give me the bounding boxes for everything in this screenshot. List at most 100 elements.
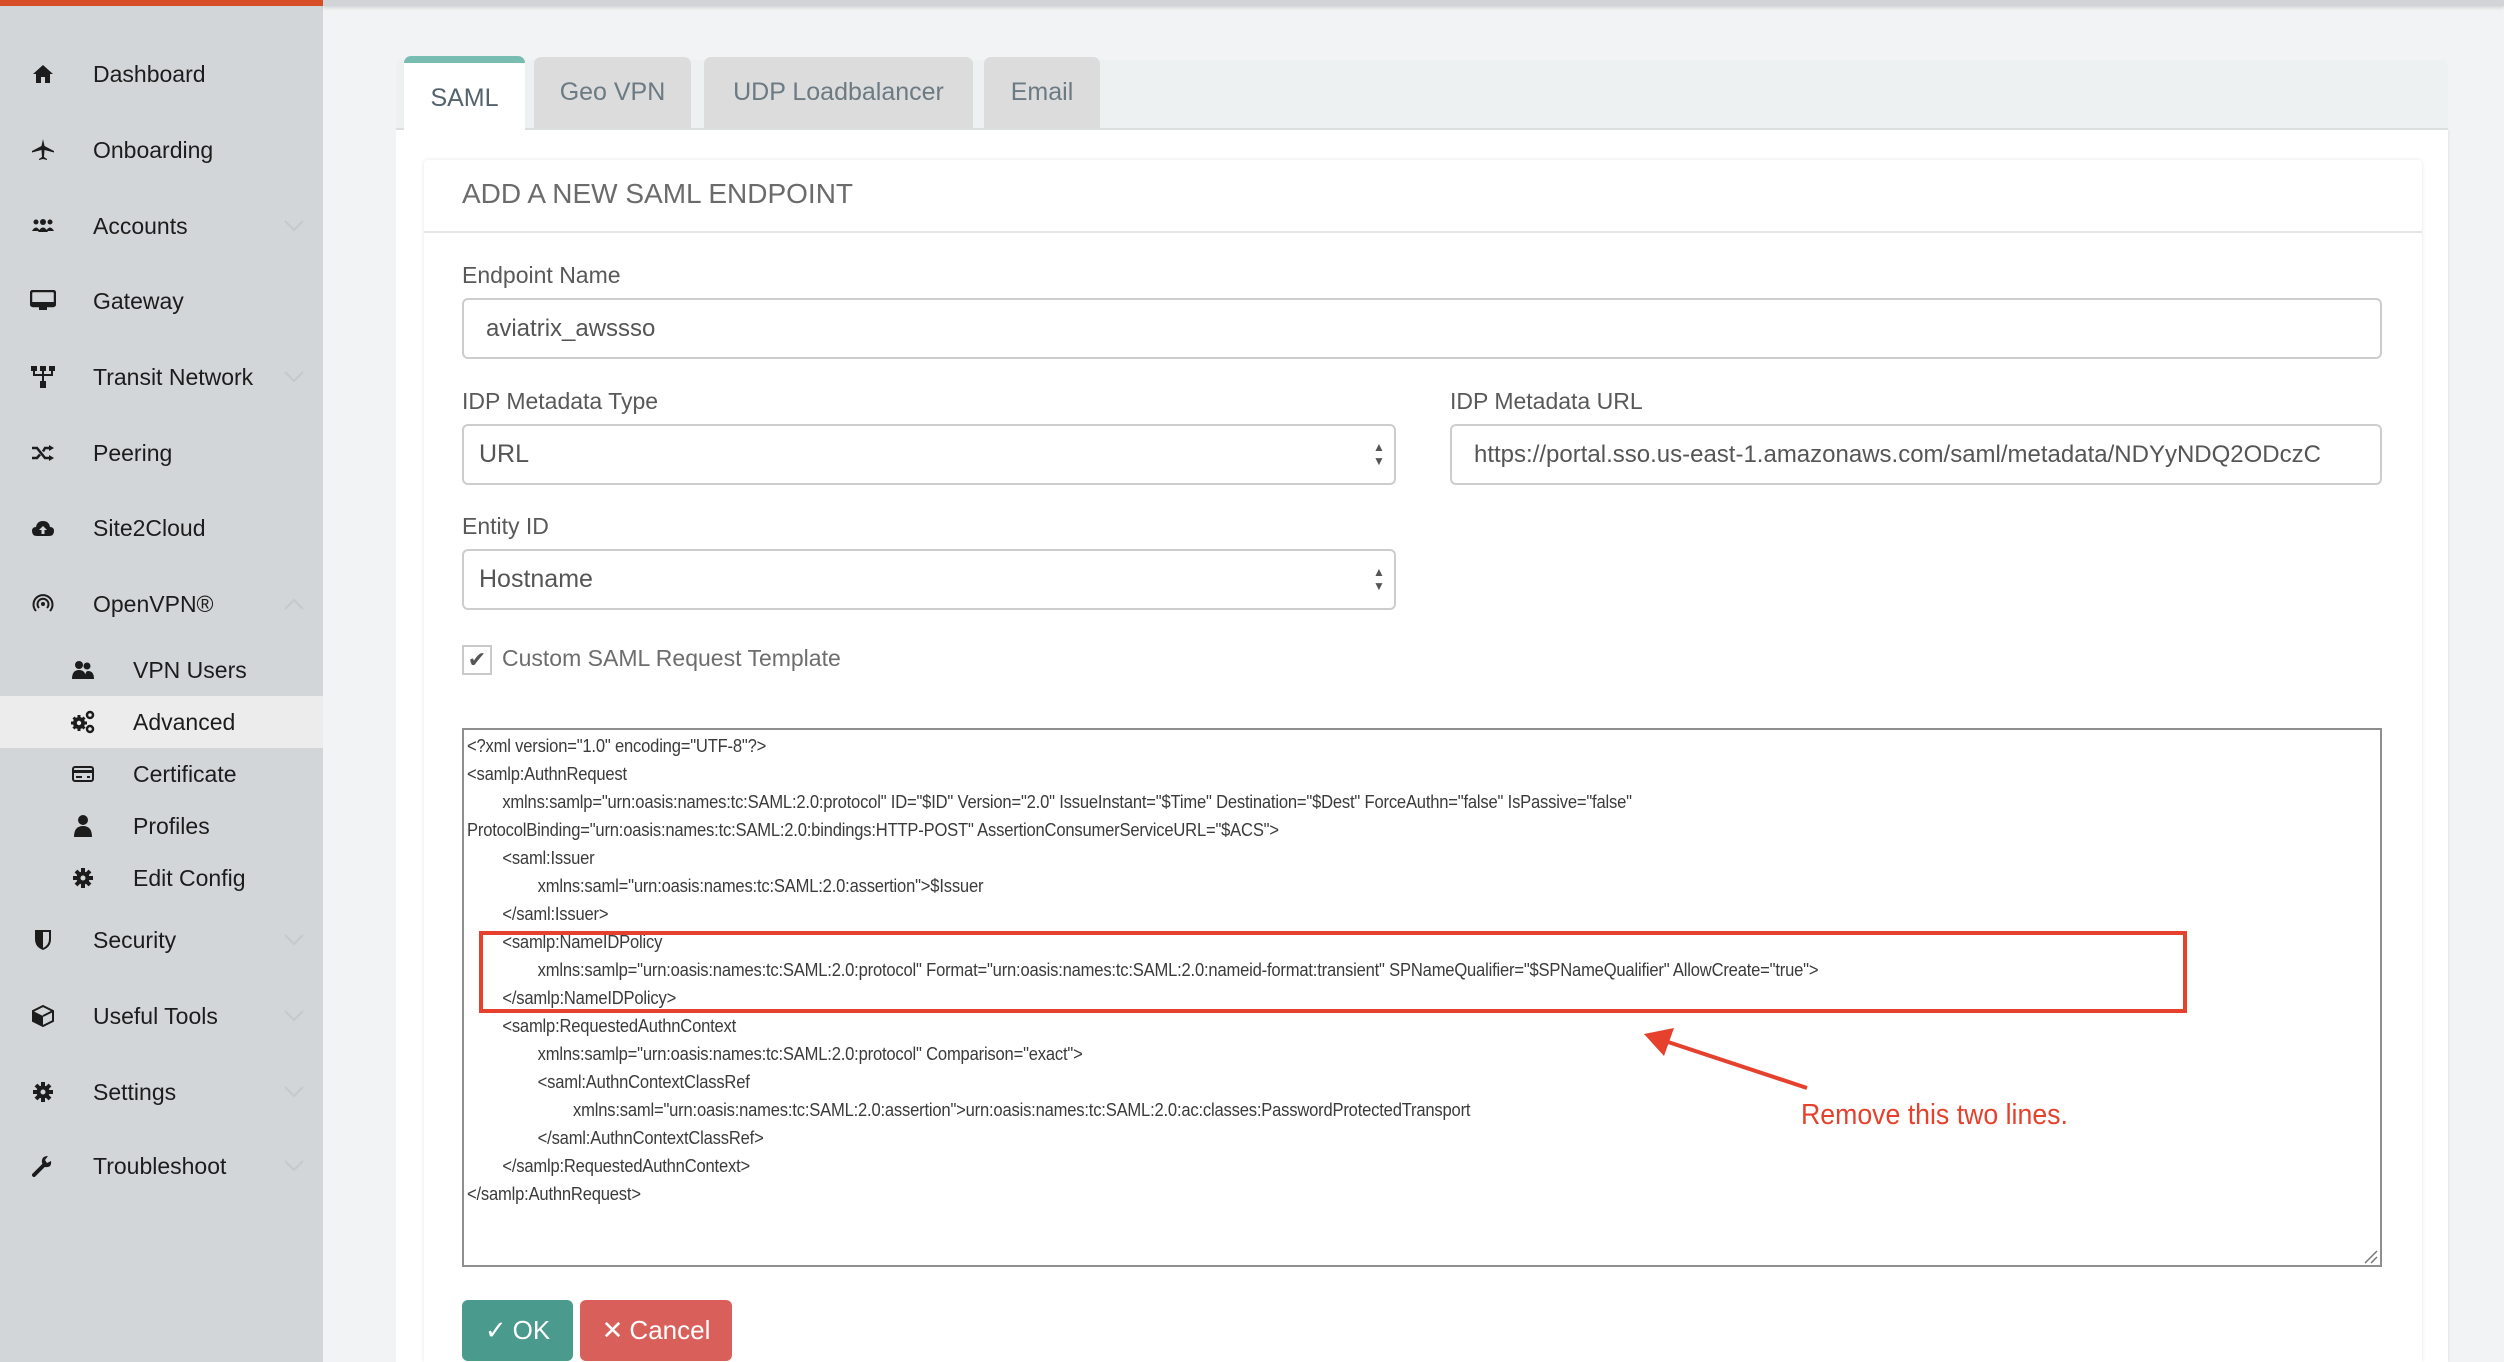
sidebar-item-label: Security — [93, 926, 177, 953]
template-line: </saml:Issuer> — [467, 904, 609, 924]
chevron-down-icon[interactable] — [283, 1155, 305, 1177]
template-line: xmlns:samlp="urn:oasis:names:tc:SAML:2.0… — [467, 792, 1632, 812]
users-icon — [70, 657, 96, 683]
entity-id-value: Hostname — [479, 565, 593, 593]
template-line: <?xml version="1.0" encoding="UTF-8"?> — [467, 736, 767, 756]
idp-metadata-type-label: IDP Metadata Type — [462, 388, 659, 414]
sidebar: Dashboard Onboarding Accounts Gateway Tr… — [0, 0, 323, 1362]
sidebar-item-label: Settings — [93, 1078, 177, 1105]
ok-button[interactable]: ✓ OK — [462, 1300, 573, 1361]
chevron-down-icon[interactable] — [283, 1005, 305, 1027]
sidebar-item-label: Transit Network — [93, 363, 254, 390]
template-line: xmlns:saml="urn:oasis:names:tc:SAML:2.0:… — [467, 1100, 1471, 1120]
airplane-icon — [30, 137, 56, 163]
template-line: <samlp:RequestedAuthnContext — [467, 1016, 737, 1036]
endpoint-name-input[interactable]: aviatrix_awssso — [462, 298, 2382, 359]
sidebar-item-peering[interactable]: Peering — [0, 427, 323, 479]
brand-bar — [0, 0, 323, 6]
idp-metadata-url-label: IDP Metadata URL — [1450, 388, 1643, 414]
tab-saml[interactable]: SAML — [404, 56, 525, 132]
sidebar-item-label: Peering — [93, 439, 173, 466]
tab-email[interactable]: Email — [984, 57, 1100, 128]
sidebar-item-label: Onboarding — [93, 136, 214, 163]
sidebar-item-useful-tools[interactable]: Useful Tools — [0, 990, 323, 1042]
template-line: </samlp:RequestedAuthnContext> — [467, 1156, 750, 1176]
ok-button-label: OK — [512, 1315, 551, 1345]
user-icon — [70, 813, 96, 839]
idp-metadata-type-select[interactable]: URL ▲ ▼ — [462, 424, 1396, 485]
template-line: </saml:AuthnContextClassRef> — [467, 1128, 764, 1148]
tab-geo-vpn[interactable]: Geo VPN — [534, 57, 691, 128]
check-icon: ✓ — [484, 1315, 507, 1345]
sidebar-subitem-advanced[interactable]: Advanced — [0, 696, 323, 748]
close-icon: ✕ — [601, 1315, 624, 1345]
shuffle-icon — [30, 440, 56, 466]
cancel-button[interactable]: ✕ Cancel — [580, 1300, 732, 1361]
sidebar-item-site2cloud[interactable]: Site2Cloud — [0, 502, 323, 554]
checkmark-icon: ✔ — [467, 647, 487, 672]
broadcast-icon — [30, 591, 56, 617]
top-bar — [323, 0, 2504, 6]
sidebar-item-accounts[interactable]: Accounts — [0, 200, 323, 252]
cube-icon — [30, 1003, 56, 1029]
annotation-text: Remove this two lines. — [1801, 1099, 2068, 1131]
entity-id-select[interactable]: Hostname ▲ ▼ — [462, 549, 1396, 610]
chevron-down-icon[interactable] — [283, 366, 305, 388]
monitor-icon — [30, 288, 56, 314]
sidebar-item-security[interactable]: Security — [0, 914, 323, 966]
endpoint-name-label: Endpoint Name — [462, 262, 621, 288]
template-line: <saml:Issuer — [467, 848, 595, 868]
tab-strip-divider — [396, 128, 2448, 130]
page-title: ADD A NEW SAML ENDPOINT — [462, 178, 854, 209]
chevron-up-icon[interactable] — [283, 593, 305, 615]
sidebar-item-label: Dashboard — [93, 60, 206, 87]
sidebar-subitem-vpn-users[interactable]: VPN Users — [0, 644, 323, 696]
select-arrows-icon: ▲ ▼ — [1373, 565, 1385, 593]
wrench-icon — [30, 1153, 56, 1179]
sidebar-item-settings[interactable]: Settings — [0, 1066, 323, 1118]
sidebar-item-label: Useful Tools — [93, 1002, 218, 1029]
template-line: xmlns:samlp="urn:oasis:names:tc:SAML:2.0… — [467, 1044, 1083, 1064]
chevron-down-icon[interactable] — [283, 1081, 305, 1103]
credit-card-icon — [70, 761, 96, 787]
sidebar-item-label: VPN Users — [133, 656, 247, 683]
template-line: </samlp:AuthnRequest> — [467, 1184, 641, 1204]
idp-metadata-type-value: URL — [479, 440, 530, 468]
sidebar-item-label: Troubleshoot — [93, 1152, 227, 1179]
chevron-down-icon[interactable] — [283, 929, 305, 951]
template-line: ProtocolBinding="urn:oasis:names:tc:SAML… — [467, 820, 1279, 840]
sidebar-item-dashboard[interactable]: Dashboard — [0, 48, 323, 100]
sidebar-item-label: Site2Cloud — [93, 514, 206, 541]
cancel-button-label: Cancel — [629, 1315, 711, 1345]
select-arrows-icon: ▲ ▼ — [1373, 440, 1385, 468]
sidebar-subitem-edit-config[interactable]: Edit Config — [0, 852, 323, 904]
gear-icon — [30, 1079, 56, 1105]
shield-icon — [30, 927, 56, 953]
template-line: xmlns:saml="urn:oasis:names:tc:SAML:2.0:… — [467, 876, 984, 896]
network-tree-icon — [30, 364, 56, 390]
sidebar-item-label: Profiles — [133, 812, 210, 839]
sidebar-item-label: Edit Config — [133, 864, 246, 891]
highlight-box — [479, 931, 2187, 1013]
annotation-arrow-icon — [1644, 1028, 1808, 1090]
entity-id-label: Entity ID — [462, 513, 549, 539]
sidebar-item-transit-network[interactable]: Transit Network — [0, 351, 323, 403]
sidebar-item-openvpn[interactable]: OpenVPN® — [0, 578, 323, 630]
sidebar-subitem-profiles[interactable]: Profiles — [0, 800, 323, 852]
template-line: <saml:AuthnContextClassRef — [467, 1072, 750, 1092]
home-icon — [30, 61, 56, 87]
custom-template-checkbox[interactable]: ✔ — [462, 645, 492, 675]
sidebar-item-troubleshoot[interactable]: Troubleshoot — [0, 1140, 323, 1192]
sidebar-subitem-certificate[interactable]: Certificate — [0, 748, 323, 800]
custom-template-label: Custom SAML Request Template — [502, 645, 841, 671]
gears-icon — [70, 709, 96, 735]
sidebar-item-onboarding[interactable]: Onboarding — [0, 124, 323, 176]
gear-icon — [70, 865, 96, 891]
chevron-down-icon[interactable] — [283, 215, 305, 237]
sidebar-item-label: OpenVPN® — [93, 590, 214, 617]
sidebar-item-gateway[interactable]: Gateway — [0, 275, 323, 327]
resize-grip-icon[interactable] — [2362, 1248, 2378, 1264]
idp-metadata-url-input[interactable]: https://portal.sso.us-east-1.amazonaws.c… — [1450, 424, 2382, 485]
template-line: <samlp:AuthnRequest — [467, 764, 627, 784]
tab-udp-loadbalancer[interactable]: UDP Loadbalancer — [704, 57, 973, 128]
